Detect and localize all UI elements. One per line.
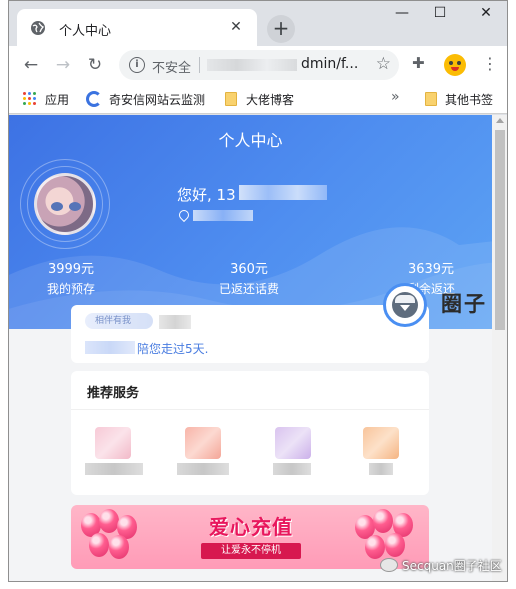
stat-value: 3639元: [407, 262, 455, 277]
redacted-phone: [239, 185, 327, 200]
close-window-button[interactable]: ✕: [471, 5, 501, 21]
bookmark-star-icon[interactable]: ☆: [376, 54, 391, 74]
tab-active[interactable]: 个人中心 ✕: [17, 9, 257, 46]
service-item-1-icon[interactable]: [95, 427, 131, 459]
balloons-left-icon: [77, 509, 147, 567]
toolbar: ← → ↻ i 不安全 dmin/f... ☆ ✚ ⋮: [9, 46, 507, 84]
redacted-location: [193, 210, 253, 221]
folder-icon: [425, 92, 437, 106]
info-icon[interactable]: i: [129, 57, 145, 73]
back-button[interactable]: ←: [20, 55, 42, 75]
notice-text: 陪您走过5天.: [137, 342, 209, 356]
minimize-button[interactable]: —: [387, 5, 417, 21]
redacted-notice-prefix: [85, 341, 135, 354]
services-title: 推荐服务: [87, 386, 140, 401]
page-scrollbar[interactable]: [492, 115, 507, 581]
folder-icon: [225, 92, 237, 106]
greeting-text: 您好, 13: [177, 186, 236, 204]
service-item-2-label[interactable]: [177, 463, 229, 475]
notice-tag: 相伴有我: [85, 313, 153, 329]
url-text[interactable]: dmin/f...: [301, 56, 358, 72]
bookmark-other[interactable]: 其他书签: [445, 91, 493, 108]
stat-prestore[interactable]: 3999元 我的预存: [11, 258, 131, 297]
bookmarks-bar: 应用 奇安信网站云监测 大佬博客 » 其他书签: [9, 84, 507, 114]
reload-button[interactable]: ↻: [84, 55, 106, 75]
forward-button[interactable]: →: [52, 55, 74, 75]
address-bar[interactable]: i 不安全 dmin/f... ☆: [119, 50, 399, 80]
globe-icon: [31, 21, 45, 35]
recharge-banner[interactable]: 爱心充值 让爱永不停机: [71, 505, 429, 569]
stat-value: 360元: [230, 262, 268, 277]
service-item-1-label[interactable]: [85, 463, 143, 475]
tab-title: 个人中心: [59, 24, 112, 39]
menu-icon[interactable]: ⋮: [482, 54, 498, 73]
address-divider: [199, 57, 200, 73]
stat-returned[interactable]: 360元 已返还话费: [189, 258, 309, 297]
new-tab-button[interactable]: +: [267, 15, 295, 43]
page-viewport: 个人中心 您好, 13 3999元 我的预存 360元 已返还话费 3639元 …: [9, 115, 492, 581]
maximize-button[interactable]: ☐: [425, 5, 455, 21]
service-item-3-label[interactable]: [273, 463, 311, 475]
scrollbar-thumb[interactable]: [495, 130, 505, 330]
service-item-2-icon[interactable]: [185, 427, 221, 459]
security-label[interactable]: 不安全: [152, 57, 191, 76]
stat-value: 3999元: [47, 262, 95, 277]
services-card: 推荐服务: [71, 371, 429, 495]
chevron-down-icon: [400, 305, 410, 311]
user-avatar[interactable]: [34, 173, 96, 235]
tab-close-icon[interactable]: ✕: [227, 18, 245, 36]
wechat-icon: [380, 558, 398, 572]
page-title: 个人中心: [218, 131, 283, 150]
browser-window: 个人中心 ✕ + — ☐ ✕ ← → ↻ i 不安全 dmin/f... ☆ ✚…: [8, 0, 508, 582]
bookmark-site-monitor[interactable]: 奇安信网站云监测: [109, 91, 205, 108]
notice-card[interactable]: 相伴有我 陪您走过5天.: [71, 305, 429, 363]
bookmark-blog[interactable]: 大佬博客: [246, 91, 294, 108]
profile-avatar-icon[interactable]: [444, 54, 466, 76]
bookmark-apps[interactable]: 应用: [45, 91, 69, 108]
secquan-watermark: Secquan圈子社区: [402, 559, 502, 573]
banner-title: 爱心充值: [209, 515, 293, 539]
tab-strip: 个人中心 ✕ + — ☐ ✕: [9, 1, 507, 46]
qianxin-logo-icon: [86, 91, 102, 107]
stat-label: 我的预存: [46, 282, 95, 296]
floating-download-button[interactable]: [383, 283, 427, 327]
section-divider: [71, 409, 429, 410]
bookmarks-overflow-button[interactable]: »: [391, 89, 400, 105]
service-item-4-icon[interactable]: [363, 427, 399, 459]
scroll-up-icon[interactable]: [496, 118, 504, 123]
apps-grid-icon[interactable]: [23, 92, 37, 106]
redacted-notice-name: [159, 315, 191, 329]
quanzi-watermark: 圈子: [441, 291, 487, 316]
banner-subtitle: 让爱永不停机: [201, 543, 301, 559]
redacted-host: [207, 59, 297, 71]
stat-label: 已返还话费: [218, 282, 279, 296]
hat-icon: [395, 295, 415, 303]
service-item-3-icon[interactable]: [275, 427, 311, 459]
service-item-4-label[interactable]: [369, 463, 393, 475]
extensions-icon[interactable]: ✚: [412, 54, 425, 72]
